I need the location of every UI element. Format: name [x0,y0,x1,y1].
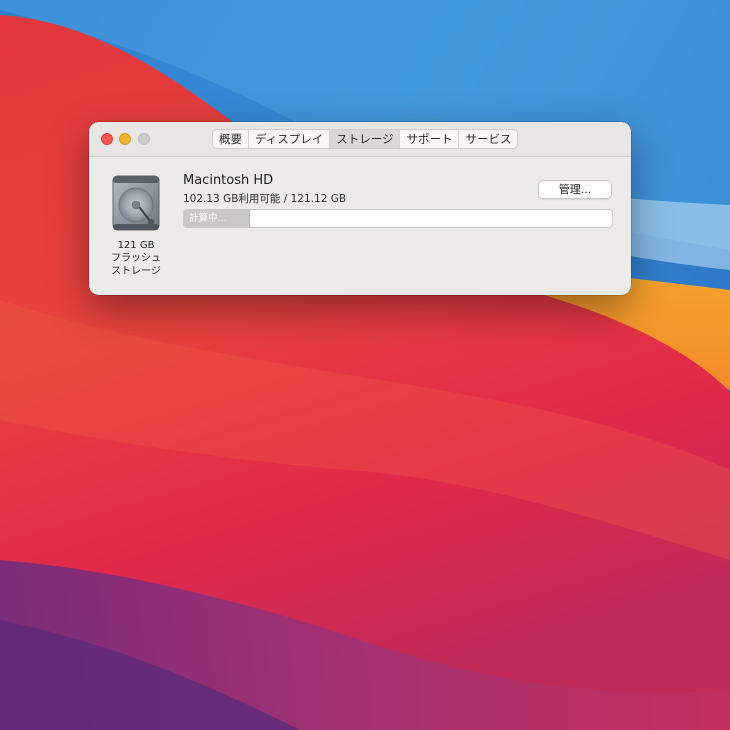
storage-usage-bar: 計算中... [183,209,613,228]
disk-caption: 121 GB フラッシュ ストレージ [101,239,171,278]
calculating-segment: 計算中... [184,210,250,227]
tab-displays[interactable]: ディスプレイ [248,130,329,148]
minimize-window-button[interactable] [119,133,131,145]
desktop-wallpaper [0,0,730,730]
tab-service[interactable]: サービス [458,130,517,148]
tab-storage[interactable]: ストレージ [329,130,400,148]
close-window-button[interactable] [101,133,113,145]
zoom-window-button [138,133,150,145]
volume-name: Macintosh HD [183,173,274,188]
disk-type-line2: ストレージ [111,266,161,277]
about-this-mac-window: 概要 ディスプレイ ストレージ サポート サービス 121 GB フラッシュ ス… [89,122,631,295]
tab-bar: 概要 ディスプレイ ストレージ サポート サービス [212,129,519,149]
disk-capacity: 121 GB [117,240,155,251]
manage-button[interactable]: 管理... [538,180,612,199]
volume-usage: 102.13 GB利用可能 / 121.12 GB [183,193,347,205]
window-titlebar[interactable]: 概要 ディスプレイ ストレージ サポート サービス [89,122,631,157]
storage-pane: 121 GB フラッシュ ストレージ Macintosh HD 102.13 G… [89,157,631,295]
tab-overview[interactable]: 概要 [213,130,248,148]
internal-drive-icon [110,174,162,232]
tab-support[interactable]: サポート [399,130,458,148]
disk-type-line1: フラッシュ [111,253,161,264]
